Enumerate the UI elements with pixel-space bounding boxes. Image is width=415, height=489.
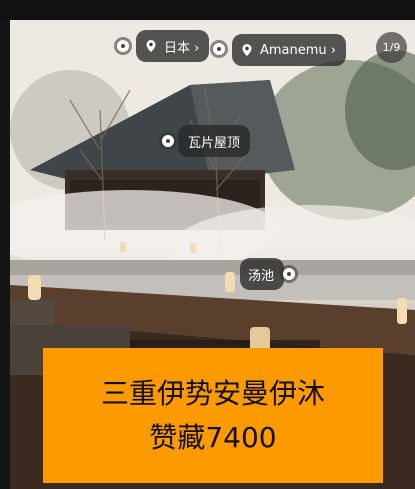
left-edge <box>0 20 10 489</box>
tag-amanemu-label: Amanemu › <box>260 42 336 58</box>
status-bar <box>0 0 415 20</box>
tag-dot-icon[interactable] <box>283 268 295 280</box>
tag-japan[interactable]: 日本 › <box>136 30 210 62</box>
tag-pool[interactable]: 汤池 <box>240 258 285 290</box>
tag-amanemu[interactable]: Amanemu › <box>232 34 346 66</box>
tag-japan-label: 日本 › <box>164 40 200 56</box>
tag-dot-icon[interactable] <box>117 40 129 52</box>
tag-dot-icon[interactable] <box>213 43 225 55</box>
tag-roof-label: 瓦片屋顶 <box>188 135 241 151</box>
tag-roof[interactable]: 瓦片屋顶 <box>178 125 251 157</box>
tag-pool-label: 汤池 <box>248 268 275 284</box>
location-pin-icon <box>146 40 156 52</box>
banner-line-1: 三重伊势安曼伊沐 <box>100 376 325 410</box>
location-pin-icon <box>242 44 252 56</box>
title-banner: 三重伊势安曼伊沐 赞藏7400 <box>43 348 383 483</box>
image-counter: 1/9 <box>376 32 407 63</box>
tag-dot-icon[interactable] <box>162 135 174 147</box>
banner-line-2: 赞藏7400 <box>149 420 277 454</box>
